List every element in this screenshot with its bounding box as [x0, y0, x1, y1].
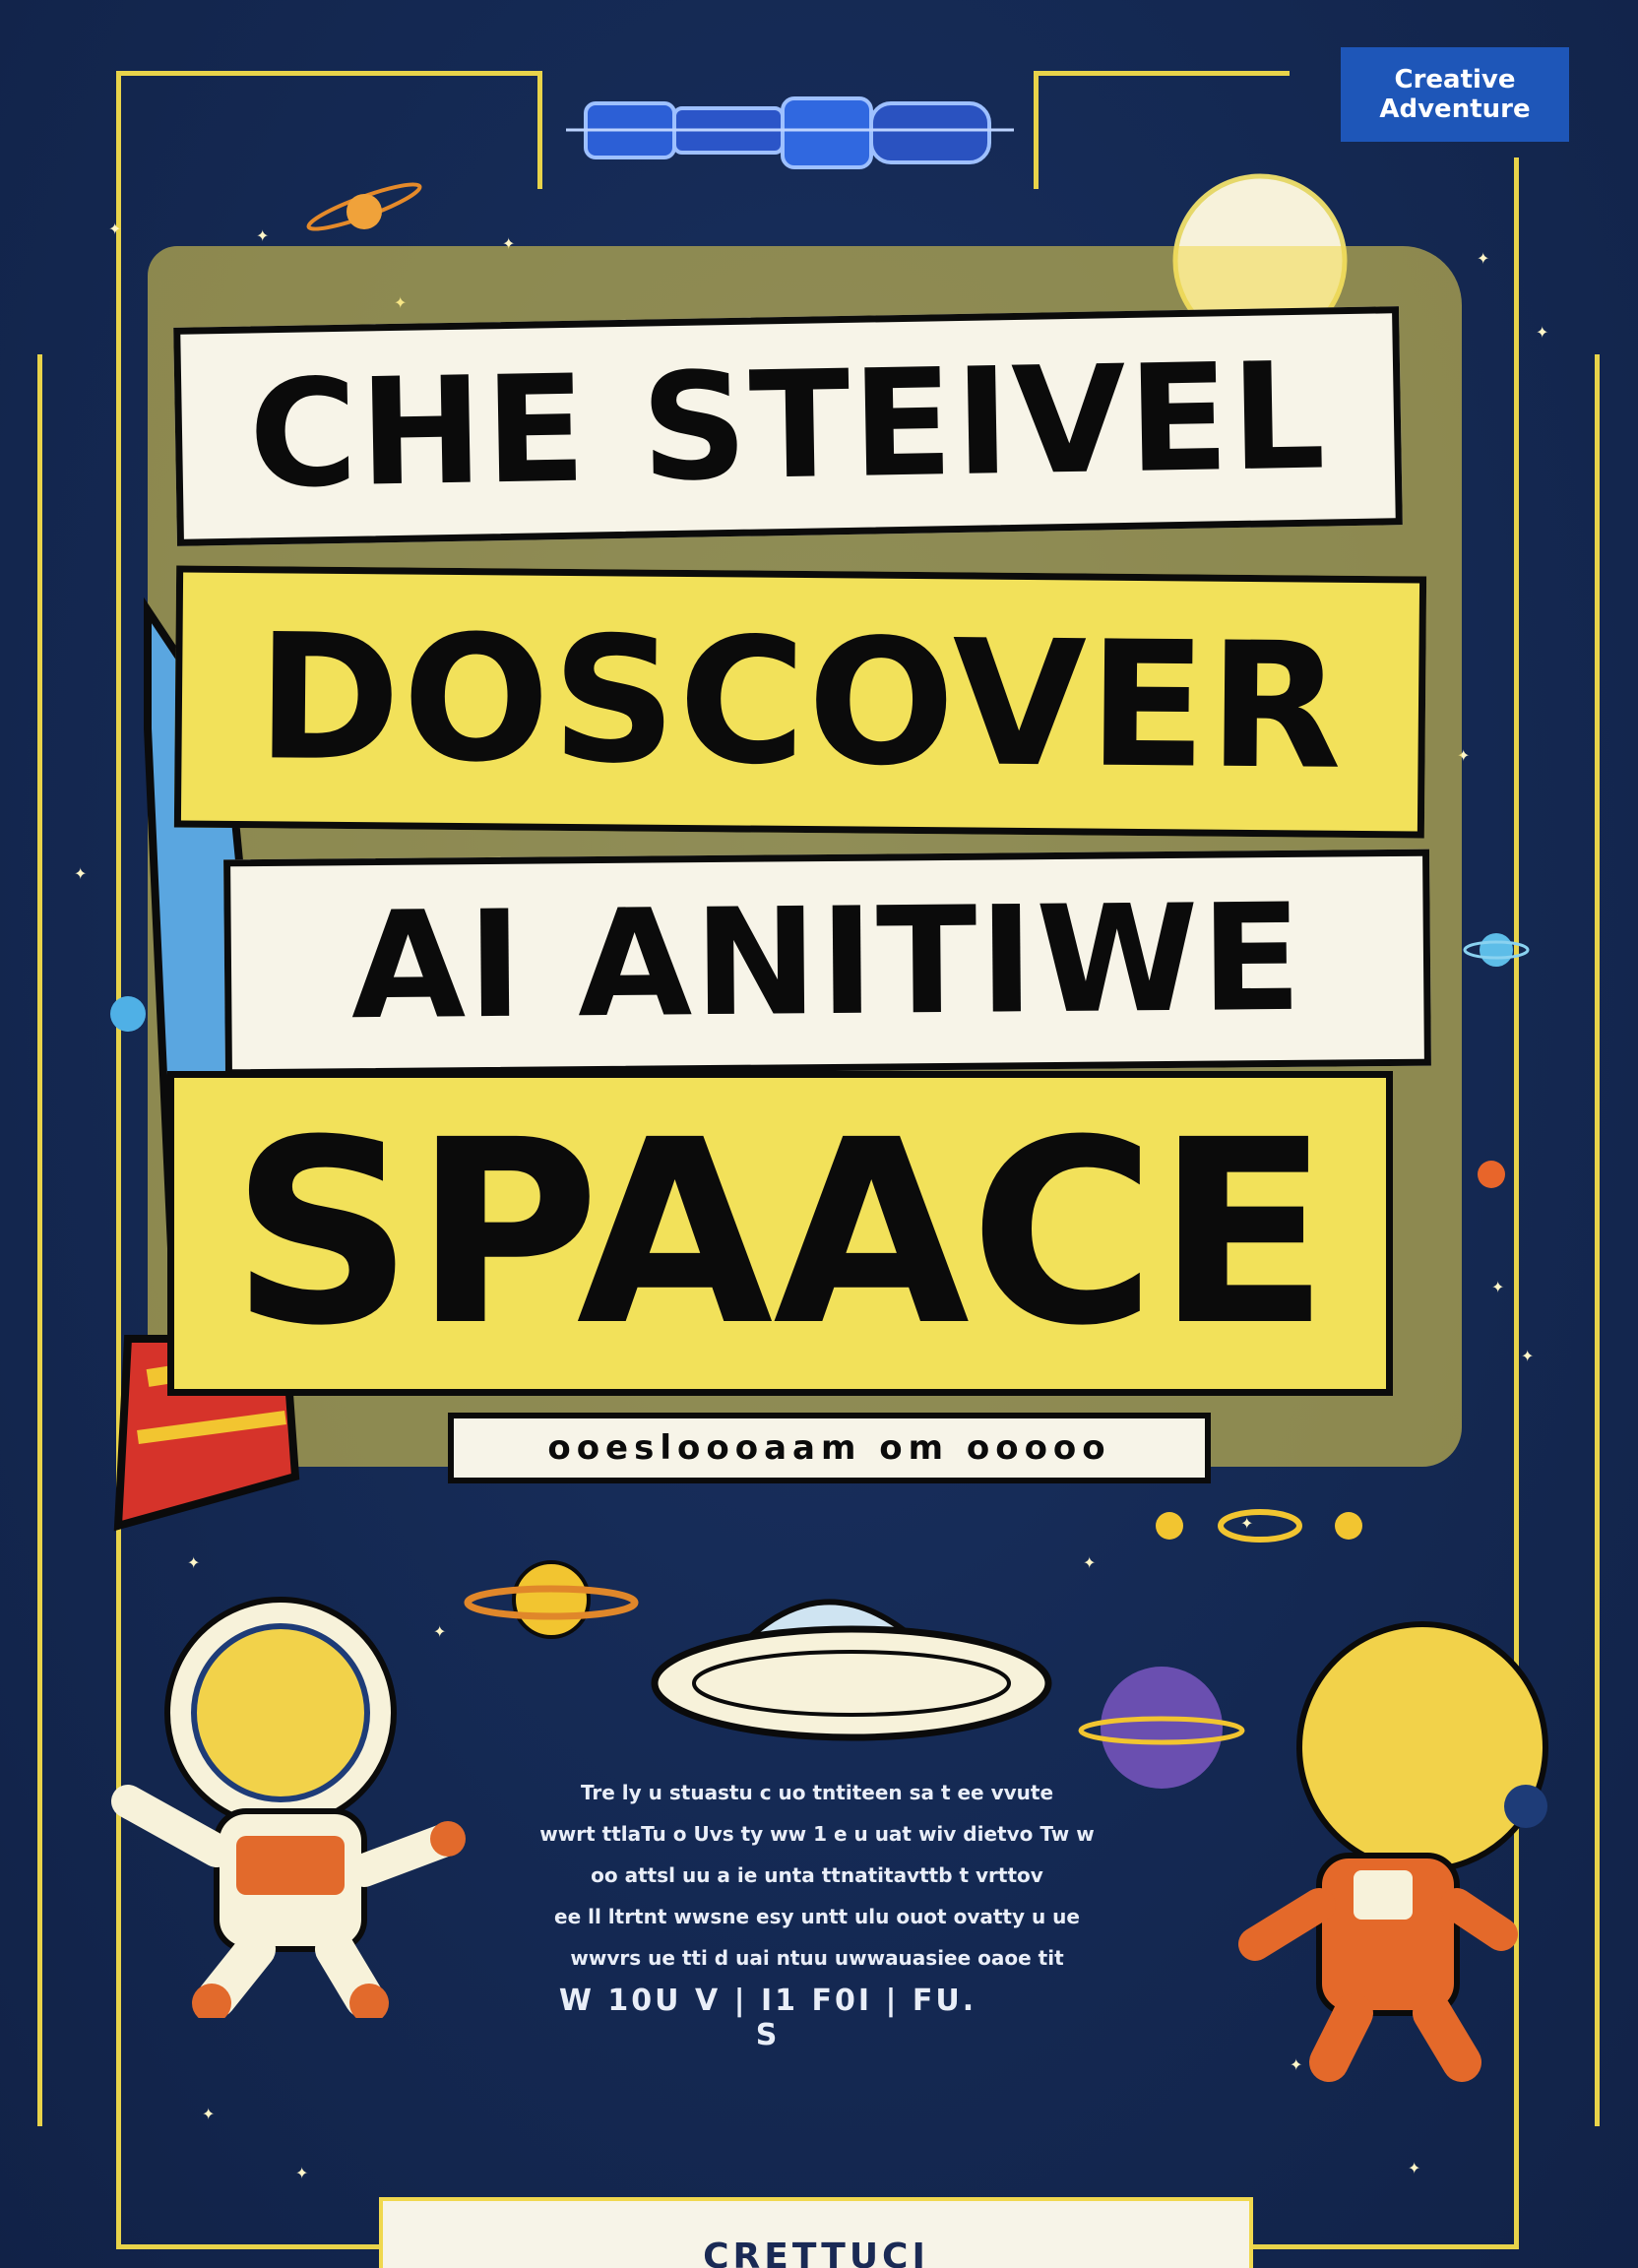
blue-planet-icon — [110, 996, 146, 1032]
star-icon: ✦ — [1491, 1278, 1505, 1296]
satellite-icon — [306, 182, 422, 231]
footer-box: CRETTUCI — [379, 2197, 1253, 2268]
body-text: Tre ly u stuastu c uo tntiteen sa t ee v… — [453, 1772, 1181, 1979]
decorative-dots — [1156, 1509, 1362, 1543]
body-line: wwvrs ue tti d uai ntuu uwwauasiee oaoe … — [570, 1946, 1064, 1970]
body-line: Tre ly u stuastu c uo tntiteen sa t ee v… — [580, 1781, 1054, 1804]
body-line: oo attsl uu a ie unta ttnatitavttb t vrt… — [591, 1863, 1043, 1887]
title-line-1: CHE STEIVEL — [173, 306, 1403, 546]
space-station-icon — [566, 96, 1014, 169]
frame-left-outer — [37, 354, 42, 2126]
ufo-icon — [651, 1599, 1052, 1741]
logo-line-1: Creative — [1394, 65, 1516, 94]
frame-top-right-drop — [1034, 71, 1039, 189]
astronaut-left-icon — [111, 1597, 466, 2018]
logo-line-2: Adventure — [1379, 94, 1531, 124]
title-line-4: SPAACE — [167, 1071, 1393, 1396]
tagline-banner: ooesloooaam om ooooo — [448, 1413, 1211, 1483]
title-line-2: DOSCOVER — [173, 565, 1427, 839]
star-icon: ✦ — [1083, 1553, 1097, 1572]
star-icon: ✦ — [187, 1553, 201, 1572]
astronaut-right-icon — [1238, 1621, 1548, 2082]
frame-top-right — [1034, 71, 1290, 76]
frame-top-left — [118, 71, 541, 76]
orange-planet-icon — [1478, 1161, 1505, 1188]
star-icon: ✦ — [1408, 2159, 1421, 2177]
star-icon: ✦ — [1536, 323, 1549, 342]
star-icon: ✦ — [1477, 249, 1490, 268]
star-icon: ✦ — [202, 2105, 216, 2123]
saturn-planet-icon — [464, 1560, 639, 1639]
poster: ✦ ✦ ✦ ✦ ✦ ✦ ✦ ✦ ✦ ✦ ✦ ✦ ✦ ✦ ✦ ✦ ✦ ✦ ✦ ✦ … — [0, 0, 1638, 2268]
star-icon: ✦ — [74, 864, 88, 883]
title-line-3: AI ANITIWE — [223, 849, 1431, 1077]
star-icon: ✦ — [295, 2164, 309, 2182]
credits-line: W 10U V | I1 F0I | FU. S — [558, 1984, 977, 2052]
brand-logo: Creative Adventure — [1341, 47, 1569, 142]
body-line: wwrt ttlaTu o Uvs ty ww 1 e u uat wiv di… — [539, 1822, 1095, 1846]
frame-right-outer — [1595, 354, 1600, 2126]
star-icon: ✦ — [256, 226, 270, 245]
body-line: ee ll ltrtnt wwsne esy untt ulu ouot ova… — [554, 1905, 1080, 1928]
star-icon: ✦ — [108, 220, 122, 238]
frame-top-left-drop — [537, 71, 542, 189]
star-icon: ✦ — [1521, 1347, 1535, 1365]
ringed-planet-icon — [1463, 933, 1530, 967]
